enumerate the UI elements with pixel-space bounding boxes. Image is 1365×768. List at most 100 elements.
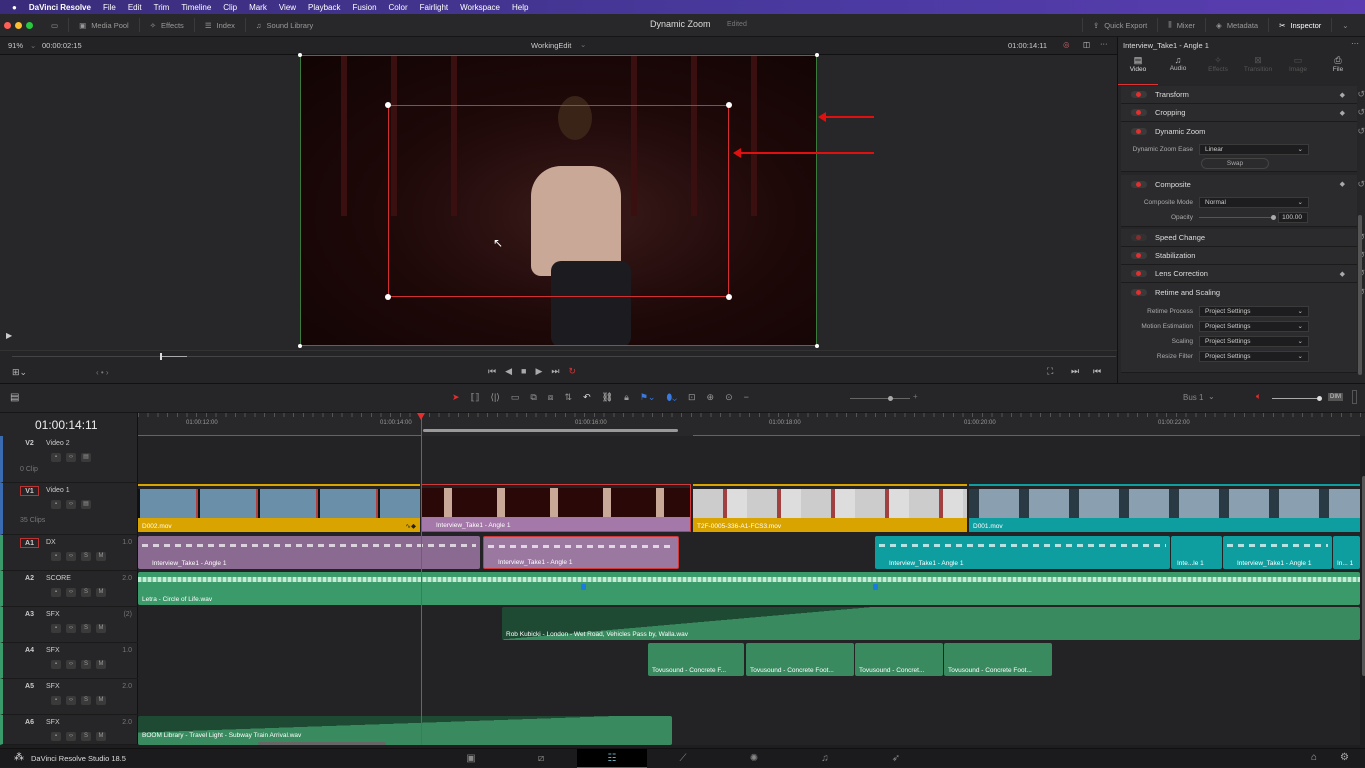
keyframe-icon[interactable]: ◆ [1340, 270, 1345, 278]
more-options-icon[interactable]: ··· [1351, 39, 1359, 48]
section-cropping[interactable]: Cropping◆↺ [1121, 104, 1357, 122]
lock-icon[interactable]: ▪ [51, 588, 61, 597]
audio-clip[interactable]: In... 1 [1333, 536, 1360, 569]
marker-icon[interactable]: ⬮⌄ [666, 392, 677, 403]
solo-button[interactable]: S [81, 588, 91, 597]
track-id[interactable]: A1 [20, 538, 39, 548]
audio-clip-selected[interactable]: Interview_Take1 - Angle 1 [483, 536, 679, 569]
mute-button[interactable]: M [96, 696, 106, 705]
zoom-full-icon[interactable]: ⊡ [688, 392, 696, 403]
lock-icon[interactable]: 🔒︎ [624, 392, 629, 403]
video-clip[interactable]: D001.mov [969, 484, 1360, 532]
tab-transition[interactable]: ⊠Transition [1238, 55, 1278, 85]
enable-toggle[interactable] [1131, 109, 1147, 116]
zoom-window-button[interactable] [26, 22, 33, 29]
mute-button[interactable]: M [96, 588, 106, 597]
keyframe-icon[interactable]: ◆ [1340, 109, 1345, 117]
lock-icon[interactable]: ▪ [51, 552, 61, 561]
auto-select-icon[interactable]: ‹› [66, 624, 76, 633]
menu-edit[interactable]: Edit [128, 3, 142, 12]
timeline-tracks[interactable]: D002.mov∿◆ Interview_Take1 - Angle 1 T2F… [138, 436, 1360, 745]
motion-estimation-dropdown[interactable]: Project Settings⌄ [1199, 321, 1309, 332]
lock-icon[interactable]: ▪ [51, 500, 61, 509]
enable-toggle[interactable] [1131, 289, 1147, 296]
menu-workspace[interactable]: Workspace [460, 3, 500, 12]
track-name[interactable]: SCORE [46, 575, 71, 582]
apple-icon[interactable]: ● [12, 3, 17, 12]
tab-image[interactable]: ▭Image [1278, 55, 1318, 85]
playhead[interactable] [421, 413, 422, 745]
close-window-button[interactable] [4, 22, 11, 29]
zoom-in-icon[interactable]: + [913, 392, 918, 401]
snapping-icon[interactable]: ↶ [583, 392, 591, 403]
track-id[interactable]: V1 [20, 486, 39, 496]
menu-fusion[interactable]: Fusion [353, 3, 377, 12]
media-page-button[interactable]: ▣ [436, 749, 506, 768]
auto-select-icon[interactable]: ‹› [66, 500, 76, 509]
timeline-zoom-slider[interactable] [850, 398, 910, 399]
zoom-handle[interactable] [385, 294, 391, 300]
enable-toggle[interactable] [1131, 128, 1147, 135]
more-options-icon[interactable]: ··· [1100, 39, 1108, 48]
linked-selection-icon[interactable]: ⛓ [602, 392, 613, 403]
play-reverse-icon[interactable]: ◀ [505, 366, 512, 377]
opacity-input[interactable]: 100.00 [1278, 212, 1308, 223]
effects-button[interactable]: ✧Effects [140, 18, 195, 32]
frame-handle[interactable] [298, 53, 302, 57]
enable-toggle[interactable] [1131, 91, 1147, 98]
minimize-window-button[interactable] [15, 22, 22, 29]
mute-button[interactable]: M [96, 624, 106, 633]
audio-clip[interactable]: Inte...le 1 [1171, 536, 1222, 569]
audio-clip[interactable]: Interview_Take1 - Angle 1 [1223, 536, 1332, 569]
track-enable-icon[interactable]: ▤ [81, 453, 91, 462]
auto-select-icon[interactable]: ‹› [66, 453, 76, 462]
home-icon[interactable]: ⌂ [1311, 752, 1317, 763]
auto-select-icon[interactable]: ‹› [66, 552, 76, 561]
enable-toggle[interactable] [1131, 234, 1147, 241]
in-out-range-bar[interactable] [423, 429, 678, 432]
skip-to-start-icon[interactable]: ⏮ [488, 366, 496, 377]
menu-view[interactable]: View [279, 3, 296, 12]
cut-page-button[interactable]: ⧄ [506, 749, 576, 768]
composite-mode-dropdown[interactable]: Normal⌄ [1199, 197, 1309, 208]
playhead-handle[interactable] [417, 413, 425, 420]
enable-toggle[interactable] [1131, 252, 1147, 259]
mute-button[interactable]: M [96, 552, 106, 561]
zoom-handle[interactable] [726, 102, 732, 108]
solo-button[interactable]: S [81, 660, 91, 669]
timeline-horizontal-scrollbar[interactable] [258, 742, 386, 745]
track-name[interactable]: Video 2 [46, 440, 70, 447]
auto-select-icon[interactable]: ‹› [66, 732, 76, 741]
dynamic-zoom-end-box[interactable] [388, 105, 729, 297]
zoom-custom-icon[interactable]: ⊙ [725, 392, 733, 403]
scaling-dropdown[interactable]: Project Settings⌄ [1199, 336, 1309, 347]
resize-filter-dropdown[interactable]: Project Settings⌄ [1199, 351, 1309, 362]
track-name[interactable]: DX [46, 539, 56, 546]
zoom-out-icon[interactable]: − [744, 392, 749, 403]
track-name[interactable]: SFX [46, 719, 60, 726]
track-header-v1[interactable]: V1Video 1 ▪‹›▤ 35 Clips [0, 483, 138, 535]
timeline-view-options-icon[interactable]: ▤ [10, 392, 19, 403]
menu-file[interactable]: File [103, 3, 116, 12]
timeline-name-dropdown[interactable]: WorkingEdit [531, 41, 571, 50]
selection-tool-icon[interactable]: ➤ [452, 392, 460, 403]
frame-handle[interactable] [298, 344, 302, 348]
inspector-scrollbar[interactable] [1358, 215, 1362, 375]
section-lens-correction[interactable]: Lens Correction◆↺ [1121, 265, 1357, 283]
volume-slider[interactable] [1272, 398, 1320, 399]
fusion-page-button[interactable]: ⟋ [648, 749, 718, 768]
opacity-slider[interactable] [1199, 217, 1274, 218]
section-speed-change[interactable]: Speed Change↺ [1121, 229, 1357, 247]
fairlight-page-button[interactable]: ♫ [790, 749, 860, 768]
track-header-a6[interactable]: A6SFX2.0 ▪‹›SM [0, 715, 138, 745]
expand-button[interactable]: ⌄ [1332, 18, 1358, 32]
enable-toggle[interactable] [1131, 181, 1147, 188]
track-header-a2[interactable]: A2SCORE2.0 ▪‹›SM [0, 571, 138, 607]
retime-process-dropdown[interactable]: Project Settings⌄ [1199, 306, 1309, 317]
auto-select-icon[interactable]: ‹› [66, 696, 76, 705]
bus-dropdown[interactable]: Bus 1 [1183, 393, 1203, 402]
track-header-a5[interactable]: A5SFX2.0 ▪‹›SM [0, 679, 138, 715]
video-clip[interactable]: T2F-0005-336-A1-FCS3.mov [693, 484, 967, 532]
lock-icon[interactable]: ▪ [51, 624, 61, 633]
reset-icon[interactable]: ↺ [1357, 126, 1365, 137]
